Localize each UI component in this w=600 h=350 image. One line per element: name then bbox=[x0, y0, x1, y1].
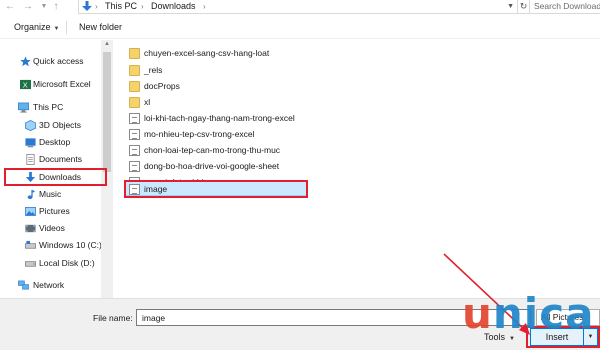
file-name: xl bbox=[144, 97, 151, 107]
nav-label: 3D Objects bbox=[39, 120, 82, 130]
up-arrow-icon[interactable]: ↑ bbox=[50, 0, 62, 15]
folder-icon bbox=[129, 48, 140, 59]
nav-item-videos[interactable]: Videos bbox=[0, 221, 100, 236]
nav-label: This PC bbox=[33, 102, 64, 112]
videos-icon bbox=[25, 224, 36, 233]
unica-logo-watermark: unica bbox=[462, 292, 594, 336]
nav-label: Microsoft Excel bbox=[33, 79, 91, 89]
computer-icon bbox=[18, 102, 29, 113]
list-item[interactable]: _rels bbox=[126, 63, 416, 78]
address-row: ← → ▼ ↑ › This PC › Downloads › ▼ ↻ Sear… bbox=[0, 0, 600, 15]
search-placeholder: Search Download bbox=[534, 1, 600, 11]
logo-letter-u: u bbox=[462, 289, 493, 338]
nav-label: Desktop bbox=[39, 137, 71, 147]
list-item[interactable]: docProps bbox=[126, 79, 416, 94]
nav-item-network[interactable]: Network bbox=[0, 278, 100, 293]
nav-label: Local Disk (D:) bbox=[39, 258, 95, 268]
download-location-icon bbox=[82, 1, 92, 11]
document-file-icon bbox=[129, 161, 140, 172]
breadcrumb-downloads[interactable]: Downloads bbox=[151, 1, 196, 12]
organize-label: Organize bbox=[14, 22, 51, 32]
file-name: _rels bbox=[144, 65, 163, 75]
nav-label: Pictures bbox=[39, 206, 70, 216]
document-file-icon bbox=[129, 113, 140, 124]
breadcrumb-separator-icon: › bbox=[203, 2, 206, 11]
nav-item-desktop[interactable]: Desktop bbox=[0, 135, 100, 150]
organize-chevron-down-icon: ▼ bbox=[53, 26, 60, 32]
folder-icon bbox=[129, 81, 140, 92]
star-icon bbox=[20, 56, 31, 67]
nav-label: Documents bbox=[39, 154, 82, 164]
nav-item-this-pc[interactable]: This PC bbox=[0, 100, 100, 115]
nav-label: Videos bbox=[39, 223, 65, 233]
pictures-icon bbox=[25, 207, 36, 216]
logo-letters-nica: nica bbox=[492, 289, 595, 338]
music-icon bbox=[27, 189, 36, 200]
nav-item-documents[interactable]: Documents bbox=[0, 152, 100, 167]
list-item[interactable]: xl bbox=[126, 95, 416, 110]
file-name: mo-nhieu-tep-csv-trong-excel bbox=[144, 129, 255, 139]
nav-label: Quick access bbox=[33, 56, 84, 66]
folder-icon bbox=[129, 97, 140, 108]
address-dropdown-chevron-icon[interactable]: ▼ bbox=[507, 1, 514, 12]
file-name: loi-khi-tach-ngay-thang-nam-trong-excel bbox=[144, 113, 295, 123]
toolbar-divider bbox=[66, 21, 67, 34]
address-bar[interactable]: › This PC › Downloads › ▼ bbox=[78, 0, 518, 14]
drive-icon bbox=[25, 261, 36, 267]
list-item[interactable]: chuyen-excel-sang-csv-hang-loat bbox=[126, 46, 416, 61]
scroll-up-icon[interactable]: ▲ bbox=[101, 41, 113, 47]
new-folder-button[interactable]: New folder bbox=[79, 21, 122, 33]
drive-icon bbox=[25, 240, 36, 249]
folder-icon bbox=[129, 65, 140, 76]
breadcrumb-separator-icon: › bbox=[141, 2, 144, 11]
nav-item-music[interactable]: Music bbox=[0, 187, 100, 202]
breadcrumb-this-pc[interactable]: This PC bbox=[105, 1, 137, 12]
list-item[interactable]: loi-khi-tach-ngay-thang-nam-trong-excel bbox=[126, 111, 416, 126]
breadcrumb-separator-icon: › bbox=[95, 2, 98, 11]
nav-item-microsoft-excel[interactable]: X Microsoft Excel bbox=[0, 77, 100, 92]
document-file-icon bbox=[129, 145, 140, 156]
image-highlight-box bbox=[124, 180, 308, 198]
organize-button[interactable]: Organize ▼ bbox=[14, 21, 59, 35]
file-name-label: File name: bbox=[93, 313, 133, 323]
scrollbar-thumb[interactable] bbox=[103, 52, 111, 172]
nav-item-quick-access[interactable]: Quick access bbox=[0, 54, 100, 69]
back-arrow-icon[interactable]: ← bbox=[4, 0, 16, 15]
excel-icon: X bbox=[20, 79, 31, 90]
recent-locations-chevron-icon[interactable]: ▼ bbox=[38, 0, 50, 15]
file-name: docProps bbox=[144, 81, 180, 91]
cube-icon bbox=[25, 120, 36, 131]
file-name: chon-loai-tep-can-mo-trong-thu-muc bbox=[144, 145, 281, 155]
nav-item-windows-c[interactable]: Windows 10 (C:) bbox=[0, 238, 102, 253]
downloads-highlight-box bbox=[4, 168, 107, 186]
nav-item-local-disk-d[interactable]: Local Disk (D:) bbox=[0, 256, 100, 271]
nav-item-3d-objects[interactable]: 3D Objects bbox=[0, 118, 100, 133]
file-name: chuyen-excel-sang-csv-hang-loat bbox=[144, 48, 270, 58]
list-item[interactable]: chon-loai-tep-can-mo-trong-thu-muc bbox=[126, 143, 416, 158]
nav-label: Music bbox=[39, 189, 62, 199]
nav-label: Network bbox=[33, 280, 65, 290]
file-name: dong-bo-hoa-drive-voi-google-sheet bbox=[144, 161, 280, 171]
command-toolbar: Organize ▼ New folder bbox=[0, 16, 600, 39]
file-list: chuyen-excel-sang-csv-hang-loat _rels do… bbox=[120, 44, 600, 294]
desktop-icon bbox=[25, 138, 36, 148]
search-input[interactable]: Search Download bbox=[529, 0, 600, 14]
network-icon bbox=[18, 280, 29, 290]
list-item[interactable]: mo-nhieu-tep-csv-trong-excel bbox=[126, 127, 416, 142]
document-file-icon bbox=[129, 129, 140, 140]
svg-text:X: X bbox=[23, 81, 28, 90]
nav-label: Windows 10 (C:) bbox=[39, 240, 102, 250]
documents-icon bbox=[26, 154, 35, 165]
list-item[interactable]: dong-bo-hoa-drive-voi-google-sheet bbox=[126, 159, 416, 174]
nav-item-pictures[interactable]: Pictures bbox=[0, 204, 100, 219]
forward-arrow-icon[interactable]: → bbox=[22, 0, 34, 15]
new-folder-label: New folder bbox=[79, 22, 123, 32]
